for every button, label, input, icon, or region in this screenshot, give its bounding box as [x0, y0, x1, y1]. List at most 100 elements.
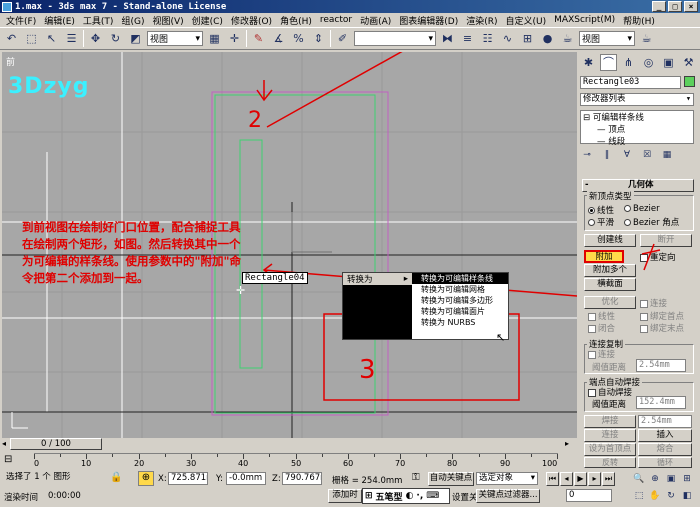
weld-button[interactable]: 焊接 [584, 415, 636, 428]
menu-file[interactable]: 文件(F) [2, 14, 40, 27]
time-slider[interactable]: ◂ 0 / 100 ▸ [0, 438, 578, 451]
rotate-icon[interactable]: ↻ [107, 30, 124, 47]
key-icon[interactable]: ⚿ [412, 472, 426, 485]
radio-smooth[interactable]: 平滑 [588, 216, 614, 228]
modify-tab-icon[interactable]: ⌒ [600, 53, 617, 71]
menu-group[interactable]: 组(G) [117, 14, 148, 27]
connect-button[interactable]: 连接 [584, 429, 636, 442]
menu-reactor[interactable]: reactor [316, 15, 356, 25]
select-manipulate-icon[interactable]: ✛ [226, 30, 243, 47]
frame-ruler[interactable]: 0 10 20 30 40 50 60 70 80 90 100 [34, 453, 558, 468]
menu-edit[interactable]: 编辑(E) [40, 14, 79, 27]
cross-section-button[interactable]: 横截面 [584, 278, 636, 291]
convert-to-nurbs[interactable]: 转换为 NURBS [412, 317, 508, 328]
connect-checkbox[interactable]: 连接 [640, 297, 667, 309]
align-icon[interactable]: ≡ [459, 30, 476, 47]
auto-weld-checkbox[interactable]: 自动焊接 [588, 386, 632, 398]
angle-snap-icon[interactable]: ∡ [270, 30, 287, 47]
maximize-viewport-icon[interactable]: ◧ [680, 489, 694, 503]
refine-button[interactable]: 优化 [584, 296, 636, 309]
x-coordinate-field[interactable]: 725.871mm [168, 472, 208, 485]
create-tab-icon[interactable]: ✱ [580, 54, 597, 71]
close-button[interactable]: × [684, 1, 698, 12]
menu-tools[interactable]: 工具(T) [79, 14, 118, 27]
motion-tab-icon[interactable]: ◎ [640, 54, 657, 71]
select-by-name-icon[interactable]: ☰ [63, 30, 80, 47]
menu-customize[interactable]: 自定义(U) [502, 14, 551, 27]
reference-coordinate-select[interactable]: 视图 ▾ [147, 31, 203, 46]
zoom-all-icon[interactable]: ⊕ [648, 472, 662, 486]
y-coordinate-field[interactable]: -0.0mm [226, 472, 266, 485]
linear-checkbox[interactable]: 线性 [588, 310, 615, 322]
prev-frame-icon[interactable]: ◂ [560, 472, 573, 486]
time-slider-thumb[interactable]: 0 / 100 [10, 438, 102, 450]
pin-stack-icon[interactable]: ⊸ [580, 149, 594, 161]
z-coordinate-field[interactable]: 790.767mm [282, 472, 322, 485]
menu-rendering[interactable]: 渲染(R) [462, 14, 501, 27]
remove-modifier-icon[interactable]: ☒ [640, 149, 654, 161]
ime-bar[interactable]: ⊞ 五笔型 ◐ ·, ⌨ [362, 488, 450, 504]
zoom-region-icon[interactable]: ⬚ [632, 489, 646, 503]
convert-to-editable-poly[interactable]: 转换为可编辑多边形 [412, 295, 508, 306]
front-viewport[interactable]: 2 3 前 3Dzyg 到前视图在绘制好门口位置，配合捕捉工具在绘制两个矩形，如… [2, 52, 577, 438]
menu-create[interactable]: 创建(C) [188, 14, 227, 27]
curve-editor-icon[interactable]: ∿ [499, 30, 516, 47]
material-editor-icon[interactable]: ● [539, 30, 556, 47]
mirror-icon[interactable]: ⧓ [439, 30, 456, 47]
show-end-result-icon[interactable]: ‖ [600, 149, 614, 161]
hierarchy-tab-icon[interactable]: ⋔ [620, 54, 637, 71]
zoom-extents-icon[interactable]: ▣ [664, 472, 678, 486]
zoom-extents-all-icon[interactable]: ⊞ [680, 472, 694, 486]
move-icon[interactable]: ✥ [87, 30, 104, 47]
make-unique-icon[interactable]: ∀ [620, 149, 634, 161]
quad-menu-convert-to[interactable]: 转换为 ▸ [343, 273, 412, 285]
convert-to-editable-mesh[interactable]: 转换为可编辑网格 [412, 284, 508, 295]
minimize-button[interactable]: _ [652, 1, 666, 12]
maximize-button[interactable]: □ [668, 1, 682, 12]
insert-button[interactable]: 插入 [638, 429, 692, 442]
convert-to-editable-spline[interactable]: 转换为可编辑样条线 [412, 273, 508, 284]
menu-help[interactable]: 帮助(H) [619, 14, 659, 27]
goto-end-icon[interactable]: ⏭ [602, 472, 615, 486]
goto-start-icon[interactable]: ⏮ [546, 472, 559, 486]
threshold-field[interactable]: 2.54mm [636, 359, 686, 372]
menu-animation[interactable]: 动画(A) [356, 14, 395, 27]
radio-bezier[interactable]: Bezier [624, 204, 660, 214]
bind-first-checkbox[interactable]: 绑定首点 [640, 310, 684, 322]
key-filters-button[interactable]: 关键点过滤器... [476, 489, 540, 503]
radio-linear[interactable]: 线性 [588, 204, 614, 216]
undo-icon[interactable]: ↶ [3, 30, 20, 47]
convert-to-editable-patch[interactable]: 转换为可编辑面片 [412, 306, 508, 317]
track-bar[interactable]: ⊟ 0 10 20 30 40 50 60 70 80 90 100 [0, 452, 700, 469]
edit-named-selection-icon[interactable]: ✐ [334, 30, 351, 47]
current-frame-field[interactable]: 0 [566, 489, 612, 502]
arc-rotate-icon[interactable]: ↻ [664, 489, 678, 503]
menu-graph-editors[interactable]: 图表编辑器(D) [395, 14, 462, 27]
pivot-icon[interactable]: ▦ [206, 30, 223, 47]
display-tab-icon[interactable]: ▣ [660, 54, 677, 71]
schematic-view-icon[interactable]: ⊞ [519, 30, 536, 47]
add-time-tag-button[interactable]: 添加时 [328, 489, 362, 503]
snap-toggle-icon[interactable]: ✎ [250, 30, 267, 47]
stack-item-vertex[interactable]: — 顶点 [581, 123, 693, 135]
menu-maxscript[interactable]: MAXScript(M) [550, 15, 619, 25]
object-name-field[interactable]: Rectangle03 [580, 76, 681, 89]
named-selection-sets-select[interactable]: ▾ [354, 31, 436, 46]
next-frame-icon[interactable]: ▸ [588, 472, 601, 486]
render-type-select[interactable]: 视图 ▾ [579, 31, 635, 46]
play-icon[interactable]: ▶ [574, 472, 587, 486]
menu-modifiers[interactable]: 修改器(O) [227, 14, 276, 27]
bind-last-checkbox[interactable]: 绑定末点 [640, 322, 684, 334]
stack-item-segment[interactable]: — 线段 [581, 135, 693, 147]
absolute-mode-icon[interactable]: ⊕ [138, 471, 154, 486]
attach-button[interactable]: 附加 [584, 250, 624, 263]
scale-icon[interactable]: ◩ [127, 30, 144, 47]
threshold2-field[interactable]: 152.4mm [636, 396, 686, 409]
stack-item-editable-spline[interactable]: ⊟ 可编辑样条线 [581, 111, 693, 123]
menu-character[interactable]: 角色(H) [276, 14, 316, 27]
connect-copy-checkbox[interactable]: 连接 [588, 348, 615, 360]
percent-snap-icon[interactable]: % [290, 30, 307, 47]
object-color-swatch[interactable] [684, 76, 695, 87]
render-scene-icon[interactable]: ☕ [559, 30, 576, 47]
closed-checkbox[interactable]: 闭合 [588, 322, 615, 334]
